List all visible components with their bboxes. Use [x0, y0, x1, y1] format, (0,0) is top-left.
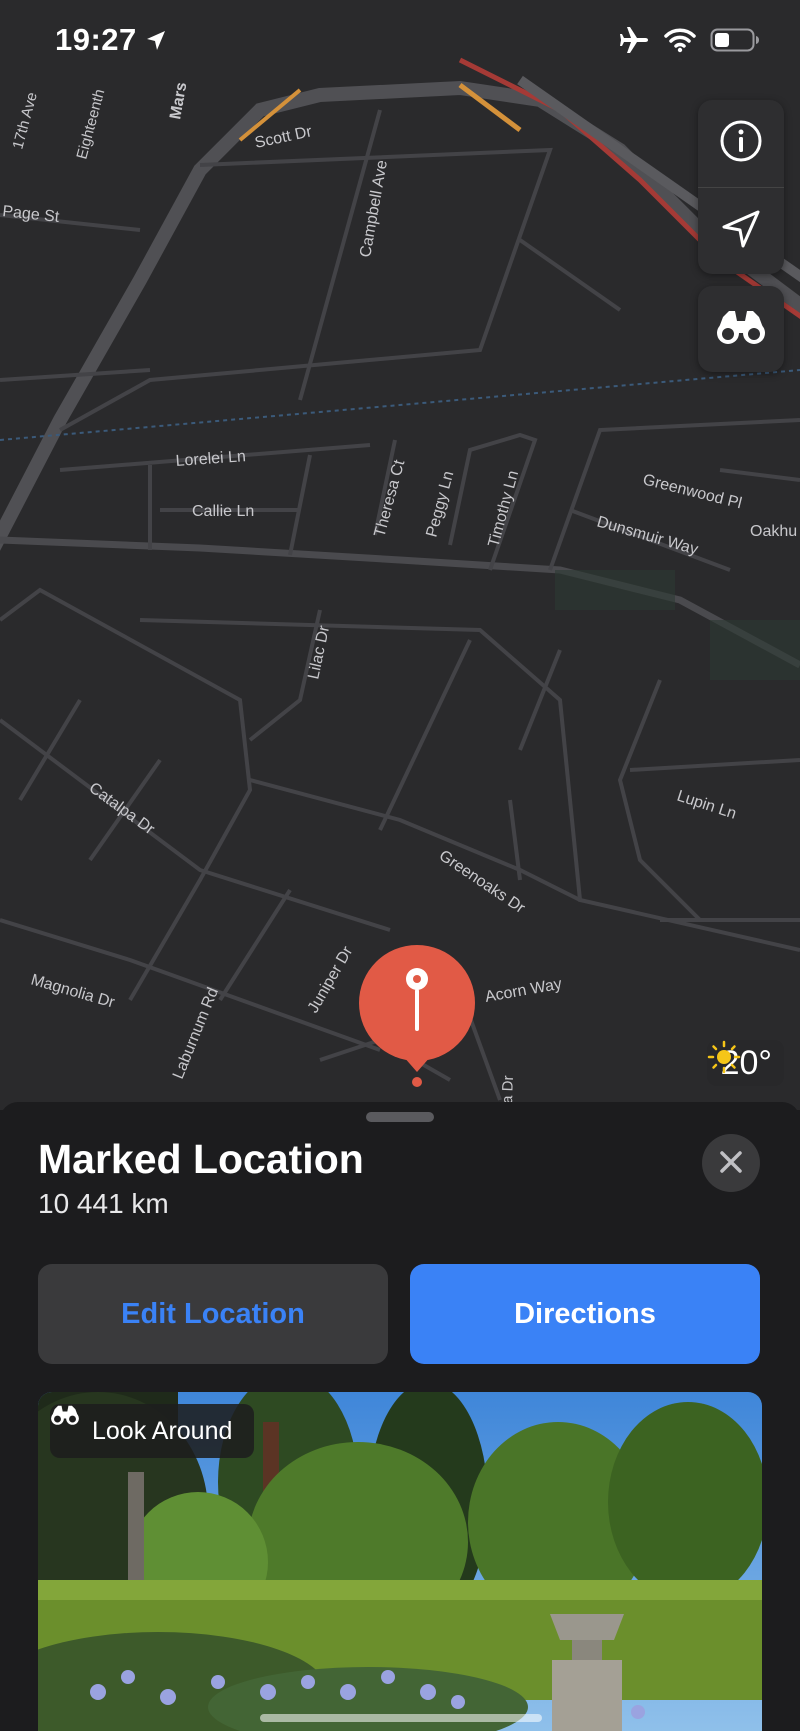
street-label: Greenwood Pl	[641, 471, 743, 512]
street-label: Scott Dr	[253, 123, 314, 152]
street-label: Magnolia Dr	[29, 972, 117, 1012]
street-label: Page St	[2, 203, 61, 226]
look-around-badge[interactable]: Look Around	[50, 1404, 255, 1458]
info-button[interactable]	[698, 100, 784, 186]
street-label: Timothy Ln	[485, 469, 522, 549]
street-label: a Dr	[499, 1075, 517, 1104]
map-view[interactable]: 17th Ave Eighteenth Mars Scott Dr Page S…	[0, 0, 800, 1110]
look-around-button[interactable]	[698, 286, 784, 372]
street-label: Theresa Ct	[371, 458, 408, 539]
street-label: Oakhu	[750, 523, 797, 540]
place-distance: 10 441 km	[38, 1188, 169, 1219]
wifi-icon	[664, 27, 696, 58]
location-arrow-icon	[146, 30, 166, 57]
street-label: Callie Ln	[192, 503, 254, 520]
place-card: Marked Location 10 441 km Edit Location …	[0, 1102, 800, 1731]
location-pin[interactable]	[358, 944, 476, 1088]
street-label: Lorelei Ln	[175, 448, 246, 470]
close-button[interactable]	[702, 1134, 760, 1192]
battery-icon	[710, 27, 760, 58]
street-label: Lupin Ln	[675, 788, 739, 823]
location-arrow-icon	[720, 208, 762, 255]
map-controls	[698, 100, 784, 274]
street-label: Dunsmuir Way	[595, 514, 700, 559]
look-around-label: Look Around	[92, 1416, 233, 1445]
street-label: Greenoaks Dr	[436, 847, 529, 917]
street-label: Laburnum Rd	[170, 985, 222, 1081]
status-bar: 19:27	[0, 0, 800, 90]
binoculars-icon	[715, 309, 767, 350]
street-label: Juniper Dr	[305, 943, 357, 1016]
airplane-icon	[618, 26, 650, 59]
close-icon	[718, 1149, 744, 1178]
look-around-preview[interactable]: Look Around	[38, 1392, 762, 1731]
place-title: Marked Location	[38, 1136, 364, 1182]
weather-widget: 20°	[706, 1040, 784, 1086]
home-indicator[interactable]	[260, 1714, 542, 1722]
directions-button[interactable]: Directions	[410, 1264, 760, 1364]
track-location-button[interactable]	[698, 188, 784, 274]
sheet-grabber[interactable]	[366, 1112, 434, 1122]
status-time: 19:27	[55, 22, 137, 57]
street-label: Eighteenth	[73, 87, 108, 161]
street-label: Catalpa Dr	[86, 779, 158, 838]
street-label: Acorn Way	[484, 976, 563, 1006]
street-label: 17th Ave	[9, 90, 40, 151]
edit-location-button[interactable]: Edit Location	[38, 1264, 388, 1364]
info-icon	[719, 119, 763, 168]
